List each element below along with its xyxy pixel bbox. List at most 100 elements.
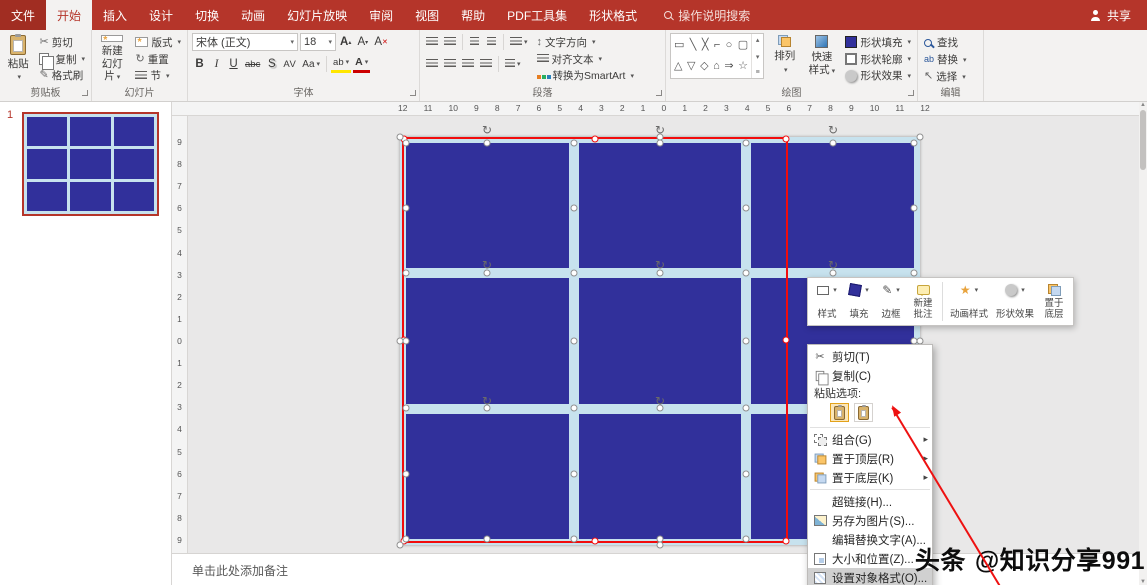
strikethrough-button[interactable] bbox=[243, 55, 262, 73]
columns-button[interactable] bbox=[503, 55, 523, 73]
mini-send-to-back-button[interactable]: 置于底层 bbox=[1039, 281, 1069, 322]
mini-animation-styles-button[interactable]: ★ 动画样式 bbox=[947, 281, 991, 322]
quick-styles-button[interactable]: 快速样式 bbox=[805, 33, 838, 85]
character-spacing-button[interactable] bbox=[281, 55, 298, 73]
font-color-button[interactable] bbox=[353, 55, 370, 73]
layout-button[interactable]: 版式 bbox=[133, 34, 183, 51]
shape-option[interactable]: ☆ bbox=[738, 61, 748, 72]
italic-button[interactable] bbox=[209, 55, 224, 73]
red-selection-handle[interactable] bbox=[592, 136, 599, 143]
text-shadow-button[interactable] bbox=[264, 55, 279, 73]
mini-fill-button[interactable]: 填充 bbox=[844, 281, 874, 322]
tell-me-search[interactable]: 操作说明搜索 bbox=[664, 0, 750, 30]
font-size-select[interactable]: 18▾ bbox=[300, 33, 336, 51]
menu-size-and-position[interactable]: 大小和位置(Z)... bbox=[808, 549, 932, 568]
find-button[interactable]: 查找 bbox=[922, 34, 979, 51]
font-name-select[interactable]: 宋体 (正文)▾ bbox=[192, 33, 298, 51]
reset-button[interactable]: ↻ 重置 bbox=[133, 51, 183, 68]
share-button[interactable]: 共享 bbox=[1090, 0, 1147, 30]
line-spacing-button[interactable] bbox=[508, 33, 530, 51]
gallery-more-icon[interactable]: ≡ bbox=[756, 69, 760, 76]
red-selection-handle[interactable] bbox=[401, 337, 408, 344]
tab-view[interactable]: 视图 bbox=[404, 0, 450, 30]
menu-edit-alt-text[interactable]: 编辑替换文字(A)... bbox=[808, 530, 932, 549]
vertical-ruler[interactable]: 9876543210123456789 bbox=[172, 116, 188, 553]
change-case-button[interactable] bbox=[300, 55, 322, 73]
shape-option[interactable]: ▢ bbox=[738, 40, 748, 51]
grid-shape[interactable] bbox=[114, 182, 154, 211]
tab-home[interactable]: 开始 bbox=[46, 0, 92, 30]
underline-button[interactable] bbox=[226, 55, 241, 73]
red-selection-handle[interactable] bbox=[783, 337, 790, 344]
dialog-launcher-icon[interactable] bbox=[656, 90, 662, 96]
shape-option[interactable]: ╲ bbox=[690, 40, 697, 51]
numbering-button[interactable] bbox=[442, 33, 458, 51]
shapes-gallery[interactable]: ▭╲╳⌐○▢ △▽◇⌂⇒☆ ▴ ▾ ≡ bbox=[670, 33, 764, 79]
tab-file[interactable]: 文件 bbox=[0, 0, 46, 30]
grid-shape[interactable] bbox=[114, 117, 154, 146]
shape-option[interactable]: ▭ bbox=[674, 40, 684, 51]
grid-shape[interactable] bbox=[70, 117, 110, 146]
gallery-down-icon[interactable]: ▾ bbox=[756, 53, 760, 61]
copy-button[interactable]: 复制 bbox=[37, 51, 87, 68]
new-slide-button[interactable]: 新建幻灯片 bbox=[96, 33, 128, 85]
tab-animations[interactable]: 动画 bbox=[230, 0, 276, 30]
paste-use-destination-theme[interactable] bbox=[830, 403, 849, 422]
select-button[interactable]: ↖ 选择 bbox=[922, 68, 979, 85]
shape-option[interactable]: ○ bbox=[726, 40, 733, 51]
paste-button[interactable]: 粘贴 bbox=[4, 33, 32, 85]
slide-thumbnail[interactable] bbox=[22, 112, 159, 216]
shape-option[interactable]: ╳ bbox=[702, 40, 709, 51]
decrease-indent-button[interactable] bbox=[467, 33, 482, 51]
menu-hyperlink[interactable]: 超链接(H)... bbox=[808, 492, 932, 511]
grid-shape[interactable] bbox=[27, 149, 67, 178]
justify-button[interactable] bbox=[478, 55, 494, 73]
red-selection-handle[interactable] bbox=[783, 538, 790, 545]
tab-help[interactable]: 帮助 bbox=[450, 0, 496, 30]
tab-transitions[interactable]: 切换 bbox=[184, 0, 230, 30]
mini-shape-effects-button[interactable]: 形状效果 bbox=[993, 281, 1037, 322]
shape-option[interactable]: ⇒ bbox=[724, 61, 733, 72]
section-button[interactable]: 节 bbox=[133, 67, 183, 84]
cut-button[interactable]: ✂ 剪切 bbox=[37, 34, 87, 51]
align-right-button[interactable] bbox=[460, 55, 476, 73]
grid-shape[interactable] bbox=[27, 182, 67, 211]
shape-option[interactable]: ⌐ bbox=[714, 40, 720, 51]
red-selection-handle[interactable] bbox=[401, 538, 408, 545]
scroll-up-icon[interactable]: ▲ bbox=[1140, 102, 1146, 108]
tab-shape-format[interactable]: 形状格式 bbox=[578, 0, 648, 30]
mini-style-button[interactable]: 样式 bbox=[812, 281, 842, 322]
gallery-up-icon[interactable]: ▴ bbox=[756, 36, 760, 44]
tab-insert[interactable]: 插入 bbox=[92, 0, 138, 30]
increase-indent-button[interactable] bbox=[484, 33, 499, 51]
replace-button[interactable]: ab 替换 bbox=[922, 51, 979, 68]
menu-bring-to-front[interactable]: 置于顶层(R) bbox=[808, 449, 932, 468]
bold-button[interactable] bbox=[192, 55, 207, 73]
paste-as-picture[interactable] bbox=[854, 403, 873, 422]
shape-effects-button[interactable]: 形状效果 bbox=[843, 67, 913, 84]
scroll-down-icon[interactable]: ▼ bbox=[1140, 579, 1146, 585]
shape-option[interactable]: ▽ bbox=[687, 61, 695, 72]
shape-outline-button[interactable]: 形状轮廓 bbox=[843, 51, 913, 68]
convert-smartart-button[interactable]: 转换为SmartArt bbox=[535, 67, 636, 84]
grid-shape[interactable] bbox=[70, 149, 110, 178]
tab-design[interactable]: 设计 bbox=[138, 0, 184, 30]
horizontal-ruler[interactable]: 1211109876543210123456789101112 bbox=[172, 102, 1147, 116]
align-center-button[interactable] bbox=[442, 55, 458, 73]
vertical-scrollbar[interactable]: ▲ ▼ bbox=[1139, 102, 1147, 585]
clear-formatting-button[interactable] bbox=[372, 33, 390, 51]
menu-send-to-back[interactable]: 置于底层(K) bbox=[808, 468, 932, 487]
increase-font-size-button[interactable] bbox=[338, 33, 353, 51]
shape-option[interactable]: ⌂ bbox=[713, 61, 720, 72]
scrollbar-thumb[interactable] bbox=[1140, 110, 1146, 170]
dialog-launcher-icon[interactable] bbox=[82, 90, 88, 96]
red-selection-handle[interactable] bbox=[401, 136, 408, 143]
bullets-button[interactable] bbox=[424, 33, 440, 51]
shape-option[interactable]: △ bbox=[674, 61, 682, 72]
align-left-button[interactable] bbox=[424, 55, 440, 73]
decrease-font-size-button[interactable] bbox=[355, 33, 370, 51]
grid-shape[interactable] bbox=[114, 149, 154, 178]
menu-format-object[interactable]: 设置对象格式(O)... bbox=[808, 568, 932, 585]
tab-slideshow[interactable]: 幻灯片放映 bbox=[276, 0, 358, 30]
highlight-color-button[interactable] bbox=[331, 55, 351, 73]
